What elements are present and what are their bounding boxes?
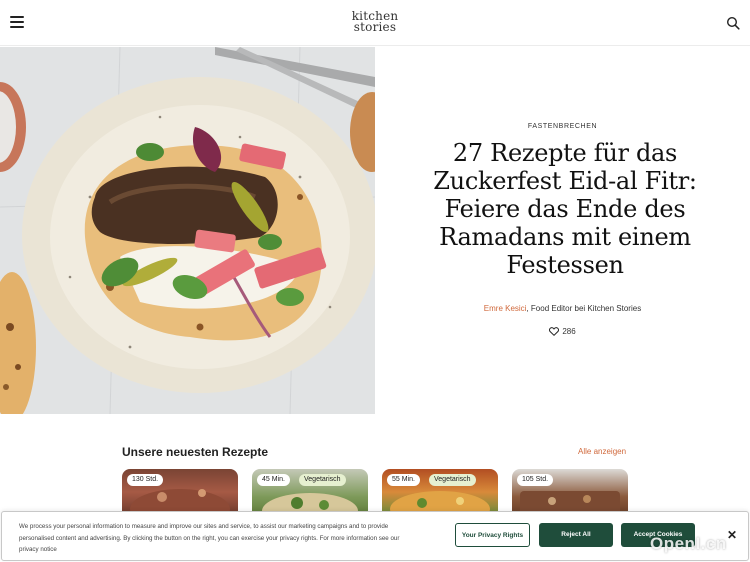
article-headline[interactable]: 27 Rezepte für das Zuckerfest Eid-al Fit… bbox=[415, 139, 715, 279]
logo-line-2: stories bbox=[353, 20, 397, 34]
logo[interactable]: kitchen stories bbox=[340, 10, 410, 34]
see-all-link[interactable]: Alle anzeigen bbox=[578, 447, 626, 456]
duration-badge: 55 Min. bbox=[387, 474, 420, 486]
menu-icon[interactable] bbox=[10, 16, 24, 28]
privacy-rights-button[interactable]: Your Privacy Rights bbox=[455, 523, 530, 547]
cookie-banner: We process your personal information to … bbox=[1, 511, 749, 561]
reject-all-button[interactable]: Reject All bbox=[539, 523, 613, 547]
section-title: Unsere neuesten Rezepte bbox=[122, 445, 269, 459]
recipe-card[interactable]: 45 Min. Vegetarisch bbox=[252, 469, 368, 515]
likes-count: 286 bbox=[562, 327, 576, 336]
article-category[interactable]: FASTENBRECHEN bbox=[375, 123, 750, 130]
cookie-notice-text: We process your personal information to … bbox=[19, 523, 400, 553]
vegetarian-badge: Vegetarisch bbox=[299, 474, 346, 486]
hero-text: FASTENBRECHEN 27 Rezepte für das Zuckerf… bbox=[375, 47, 750, 414]
hero-image[interactable] bbox=[0, 47, 375, 414]
vegetarian-badge: Vegetarisch bbox=[429, 474, 476, 486]
byline: Emre Kesici, Food Editor bei Kitchen Sto… bbox=[375, 304, 750, 313]
author-role: , Food Editor bei Kitchen Stories bbox=[526, 304, 642, 313]
recipe-card[interactable]: 130 Std. bbox=[122, 469, 238, 515]
duration-badge: 105 Std. bbox=[517, 474, 554, 486]
site-header: kitchen stories bbox=[0, 0, 750, 46]
search-icon[interactable] bbox=[726, 16, 740, 30]
duration-badge: 45 Min. bbox=[257, 474, 290, 486]
duration-badge: 130 Std. bbox=[127, 474, 164, 486]
heart-icon[interactable] bbox=[549, 327, 560, 337]
watermark: OpenI.cn bbox=[650, 534, 727, 553]
recipe-card[interactable]: 105 Std. bbox=[512, 469, 628, 515]
author-link[interactable]: Emre Kesici bbox=[484, 304, 527, 313]
close-icon[interactable]: ✕ bbox=[726, 529, 738, 541]
hero-article[interactable]: FASTENBRECHEN 27 Rezepte für das Zuckerf… bbox=[0, 47, 750, 414]
likes: 286 bbox=[375, 327, 750, 337]
recipe-card[interactable]: 55 Min. Vegetarisch bbox=[382, 469, 498, 515]
